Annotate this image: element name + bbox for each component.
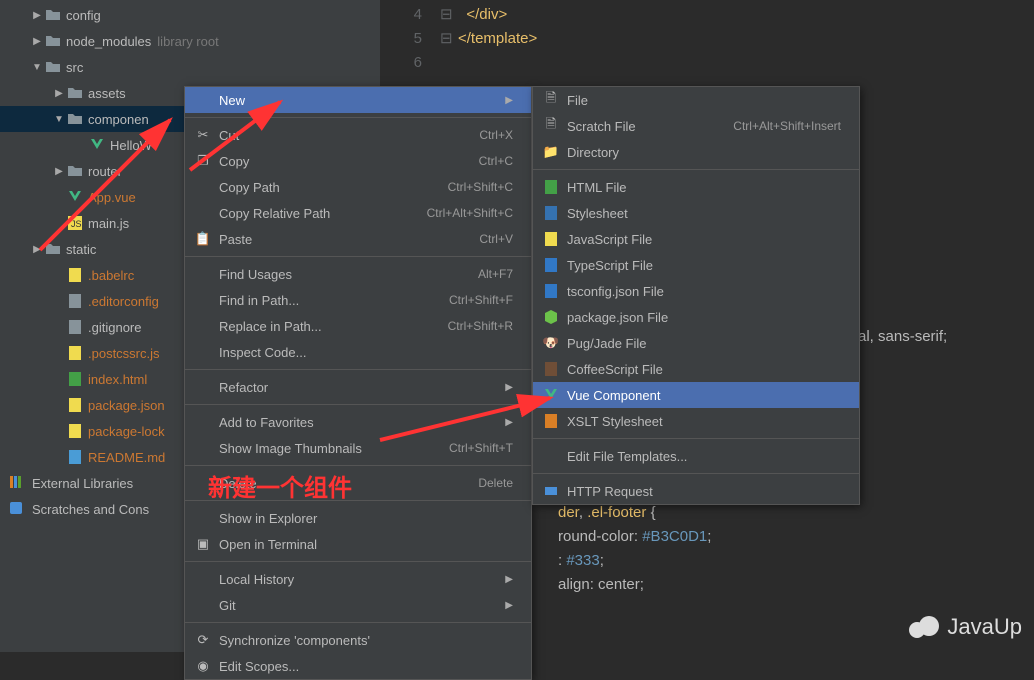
menu-find-usages[interactable]: Find UsagesAlt+F7 xyxy=(185,261,531,287)
menu-new-xslt[interactable]: XSLT Stylesheet xyxy=(533,408,859,434)
sync-icon: ⟳ xyxy=(193,632,213,648)
wechat-icon xyxy=(909,612,939,642)
menu-new-coffee[interactable]: CoffeeScript File xyxy=(533,356,859,382)
vue-icon xyxy=(541,387,561,403)
annotation-text: 新建一个组件 xyxy=(208,468,352,503)
fold-icon: ⊟ xyxy=(440,5,458,23)
vue-icon xyxy=(66,189,84,205)
paste-icon: 📋 xyxy=(193,231,213,247)
menu-cut[interactable]: ✂CutCtrl+X xyxy=(185,122,531,148)
menu-new-vue[interactable]: Vue Component xyxy=(533,382,859,408)
file-icon: 🗎 xyxy=(541,89,561,111)
menu-new-js[interactable]: JavaScript File xyxy=(533,226,859,252)
menu-new-file[interactable]: 🗎File xyxy=(533,87,859,113)
scratch-icon: 🗎 xyxy=(541,115,561,137)
menu-new[interactable]: New▶ xyxy=(185,87,531,113)
ts-icon xyxy=(541,257,561,273)
menu-new-scratch[interactable]: 🗎Scratch FileCtrl+Alt+Shift+Insert xyxy=(533,113,859,139)
file-icon xyxy=(66,267,84,283)
html-icon xyxy=(541,179,561,195)
folder-icon xyxy=(44,33,62,49)
copy-icon: ❐ xyxy=(193,153,213,169)
menu-copy[interactable]: ❐CopyCtrl+C xyxy=(185,148,531,174)
folder-icon xyxy=(44,7,62,23)
coffee-icon xyxy=(541,361,561,377)
watermark: JavaUp xyxy=(909,612,1022,642)
menu-new-stylesheet[interactable]: Stylesheet xyxy=(533,200,859,226)
menu-new-html[interactable]: HTML File xyxy=(533,174,859,200)
js-icon: JS xyxy=(66,215,84,231)
svg-text:JS: JS xyxy=(71,219,82,229)
pug-icon: 🐶 xyxy=(541,335,561,351)
menu-refactor[interactable]: Refactor▶ xyxy=(185,374,531,400)
menu-new-tsconfig[interactable]: tsconfig.json File xyxy=(533,278,859,304)
menu-new-directory[interactable]: 📁Directory xyxy=(533,139,859,165)
tree-node-config[interactable]: ▶config xyxy=(0,2,380,28)
menu-edit-templates[interactable]: Edit File Templates... xyxy=(533,443,859,469)
folder-icon xyxy=(66,111,84,127)
menu-copy-path[interactable]: Copy PathCtrl+Shift+C xyxy=(185,174,531,200)
context-menu: New▶ ✂CutCtrl+X ❐CopyCtrl+C Copy PathCtr… xyxy=(184,86,532,680)
menu-local-history[interactable]: Local History▶ xyxy=(185,566,531,592)
vue-icon xyxy=(88,137,106,153)
folder-icon: 📁 xyxy=(541,144,561,160)
ts-icon xyxy=(541,283,561,299)
cut-icon: ✂ xyxy=(193,127,213,143)
menu-find-in-path[interactable]: Find in Path...Ctrl+Shift+F xyxy=(185,287,531,313)
new-submenu: 🗎File 🗎Scratch FileCtrl+Alt+Shift+Insert… xyxy=(532,86,860,505)
file-icon xyxy=(66,293,84,309)
menu-paste[interactable]: 📋PasteCtrl+V xyxy=(185,226,531,252)
menu-git[interactable]: Git▶ xyxy=(185,592,531,618)
menu-new-ts[interactable]: TypeScript File xyxy=(533,252,859,278)
menu-edit-scopes[interactable]: ◉Edit Scopes... xyxy=(185,653,531,679)
library-icon xyxy=(8,474,26,493)
menu-open-terminal[interactable]: ▣Open in Terminal xyxy=(185,531,531,557)
json-icon xyxy=(66,423,84,439)
html-icon xyxy=(66,371,84,387)
js-icon xyxy=(66,345,84,361)
menu-synchronize[interactable]: ⟳Synchronize 'components' xyxy=(185,627,531,653)
npm-icon xyxy=(541,309,561,325)
css-icon xyxy=(541,205,561,221)
menu-copy-relative-path[interactable]: Copy Relative PathCtrl+Alt+Shift+C xyxy=(185,200,531,226)
json-icon xyxy=(66,397,84,413)
terminal-icon: ▣ xyxy=(193,536,213,552)
folder-icon xyxy=(44,59,62,75)
folder-icon xyxy=(66,163,84,179)
scratches-icon xyxy=(8,500,26,519)
menu-add-favorites[interactable]: Add to Favorites▶ xyxy=(185,409,531,435)
md-icon xyxy=(66,449,84,465)
menu-http-request[interactable]: HTTP Request xyxy=(533,478,859,504)
tree-node-node-modules[interactable]: ▶node_moduleslibrary root xyxy=(0,28,380,54)
folder-icon xyxy=(66,85,84,101)
xslt-icon xyxy=(541,413,561,429)
js-icon xyxy=(541,231,561,247)
menu-replace-in-path[interactable]: Replace in Path...Ctrl+Shift+R xyxy=(185,313,531,339)
scopes-icon: ◉ xyxy=(193,658,213,674)
menu-inspect-code[interactable]: Inspect Code... xyxy=(185,339,531,365)
fold-icon: ⊟ xyxy=(440,29,458,47)
menu-show-explorer[interactable]: Show in Explorer xyxy=(185,505,531,531)
menu-show-thumbnails[interactable]: Show Image ThumbnailsCtrl+Shift+T xyxy=(185,435,531,461)
file-icon xyxy=(66,319,84,335)
menu-new-pug[interactable]: 🐶Pug/Jade File xyxy=(533,330,859,356)
tree-node-src[interactable]: ▼src xyxy=(0,54,380,80)
menu-new-packagejson[interactable]: package.json File xyxy=(533,304,859,330)
folder-icon xyxy=(44,241,62,257)
api-icon xyxy=(541,483,561,499)
